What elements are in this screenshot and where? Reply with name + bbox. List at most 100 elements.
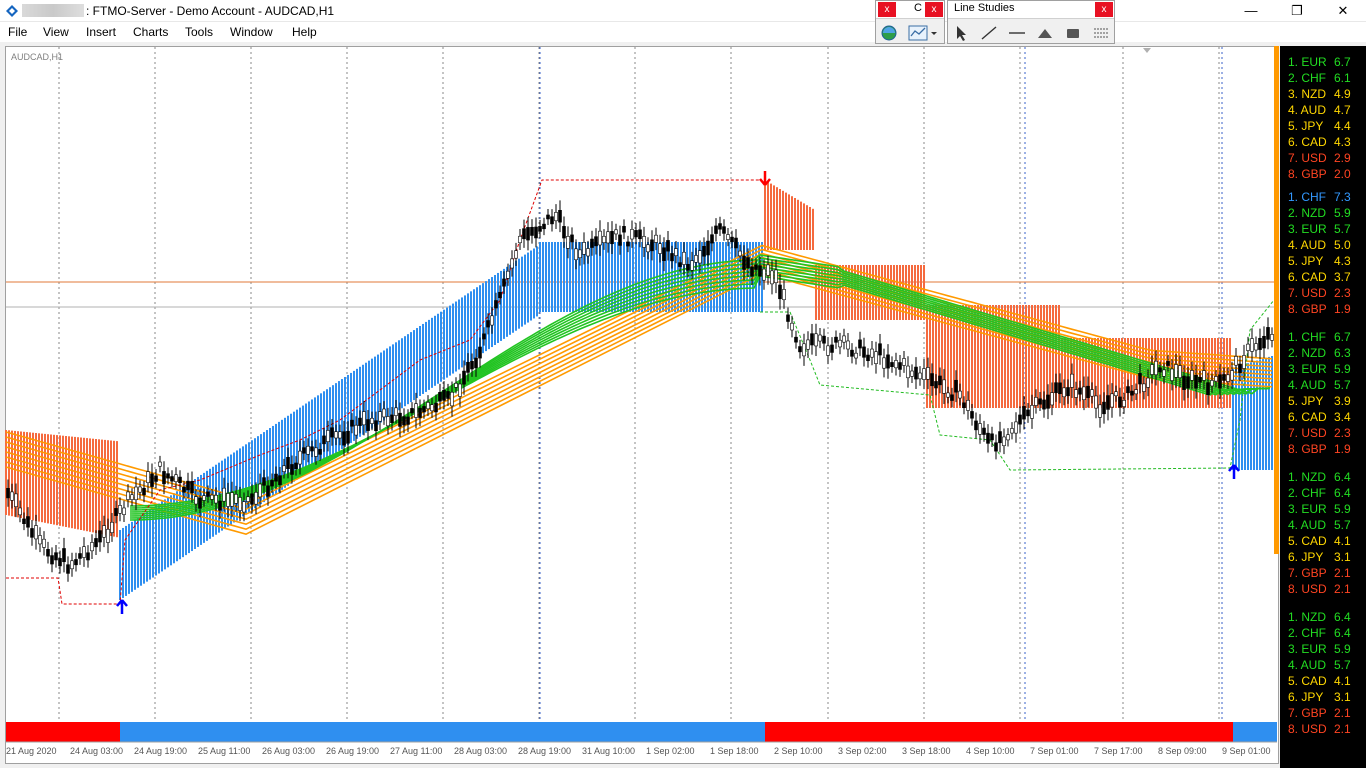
strength-value: 2.3 [1334, 426, 1351, 440]
candle-body [1090, 389, 1094, 397]
strength-row: 4. AUD 5.7 [1280, 377, 1366, 393]
candle-body [366, 419, 370, 431]
candle-body [490, 315, 494, 326]
candle-body [690, 260, 694, 271]
candle-body [894, 360, 898, 369]
strength-currency: 1. CHF [1288, 190, 1327, 204]
strength-value: 6.3 [1334, 346, 1351, 360]
strength-currency: 8. GBP [1288, 302, 1327, 316]
trendline-icon[interactable] [978, 23, 1000, 43]
strength-row: 5. JPY 4.4 [1280, 118, 1366, 134]
time-axis-label: 25 Aug 11:00 [198, 746, 251, 756]
strength-value: 4.3 [1334, 135, 1351, 149]
strength-row: 3. EUR 5.9 [1280, 361, 1366, 377]
toolbar-c-close-button[interactable]: x [925, 2, 943, 17]
candle-body [1218, 374, 1222, 389]
candle-body [710, 234, 714, 244]
candle-body [586, 248, 590, 257]
candle-body [786, 314, 790, 322]
time-axis-label: 31 Aug 10:00 [582, 746, 636, 756]
candle-body [310, 446, 314, 452]
candle-body [102, 525, 106, 538]
candle-body [618, 234, 622, 246]
line-studies-header[interactable]: Line Studies x [948, 1, 1114, 19]
candle-body [390, 414, 394, 424]
cursor-icon[interactable] [950, 23, 972, 43]
triangle-icon[interactable] [1034, 23, 1056, 43]
candle-body [1238, 363, 1242, 374]
candle-body [478, 346, 482, 359]
time-axis-label: 3 Sep 18:00 [902, 746, 951, 756]
strength-row: 2. CHF 6.1 [1280, 70, 1366, 86]
candle-body [86, 552, 90, 561]
candle-body [122, 507, 126, 515]
candle-body [866, 354, 870, 362]
floating-toolbar-c-header[interactable]: x C x [876, 1, 944, 19]
terminal-window: : FTMO-Server - Demo Account - AUDCAD,H1… [0, 0, 1366, 768]
candle-body [1066, 387, 1070, 397]
time-axis-label: 7 Sep 01:00 [1030, 746, 1079, 756]
candle-body [534, 226, 538, 239]
strength-value: 4.3 [1334, 254, 1351, 268]
strength-value: 2.1 [1334, 566, 1351, 580]
candle-body [454, 383, 458, 388]
strength-currency: 6. JPY [1288, 550, 1324, 564]
candle-body [658, 243, 662, 254]
close-window-button[interactable]: ✕ [1320, 0, 1366, 22]
candle-body [902, 358, 906, 366]
rectangle-icon[interactable] [1062, 23, 1084, 43]
strength-currency: 4. AUD [1288, 518, 1327, 532]
maximize-button[interactable]: ❐ [1274, 0, 1320, 22]
candle-body [18, 507, 22, 516]
strength-currency: 2. NZD [1288, 206, 1327, 220]
candle-body [1110, 393, 1114, 408]
candle-body [714, 225, 718, 234]
line-studies-close-button[interactable]: x [1095, 2, 1113, 17]
candle-body [322, 435, 326, 445]
strength-value: 4.7 [1334, 103, 1351, 117]
candle-body [458, 383, 462, 397]
candle-body [966, 399, 970, 411]
strength-currency: 3. EUR [1288, 642, 1327, 656]
strength-value: 5.9 [1334, 206, 1351, 220]
candle-body [374, 420, 378, 432]
candle-body [54, 552, 58, 561]
candle-body [1138, 373, 1142, 385]
candle-body [646, 244, 650, 253]
candle-body [742, 255, 746, 270]
strength-row: 8. GBP 1.9 [1280, 441, 1366, 457]
candle-body [358, 417, 362, 426]
strength-row: 7. USD 2.9 [1280, 150, 1366, 166]
candle-body [330, 427, 334, 438]
price-chart[interactable] [0, 0, 1280, 768]
strength-row: 1. NZD 6.4 [1280, 609, 1366, 625]
trend-bar-red [765, 722, 1233, 742]
candle-body [854, 352, 858, 359]
candle-body [242, 501, 246, 513]
candle-body [1034, 397, 1038, 406]
strength-value: 3.7 [1334, 270, 1351, 284]
candle-body [70, 560, 74, 570]
candle-body [1026, 409, 1030, 417]
strength-value: 5.0 [1334, 238, 1351, 252]
strength-row: 6. CAD 3.7 [1280, 269, 1366, 285]
horizontal-line-icon[interactable] [1006, 23, 1028, 43]
candle-body [810, 333, 814, 346]
candle-body [994, 442, 998, 452]
toolbar-close-button[interactable]: x [878, 2, 896, 17]
candle-body [10, 491, 14, 501]
candle-body [1022, 406, 1026, 420]
gann-grid-icon[interactable] [1090, 23, 1112, 43]
floating-toolbar-c: x C x [875, 0, 945, 44]
candle-body [946, 392, 950, 398]
candle-body [686, 263, 690, 271]
indicators-dropdown-icon[interactable] [906, 23, 942, 43]
market-watch-icon[interactable] [878, 23, 900, 43]
candle-body [1158, 367, 1162, 373]
candle-body [326, 430, 330, 442]
strength-row: 2. NZD 6.3 [1280, 345, 1366, 361]
candle-body [1030, 405, 1034, 419]
strength-value: 2.9 [1334, 151, 1351, 165]
candle-body [106, 528, 110, 543]
candle-body [906, 365, 910, 379]
